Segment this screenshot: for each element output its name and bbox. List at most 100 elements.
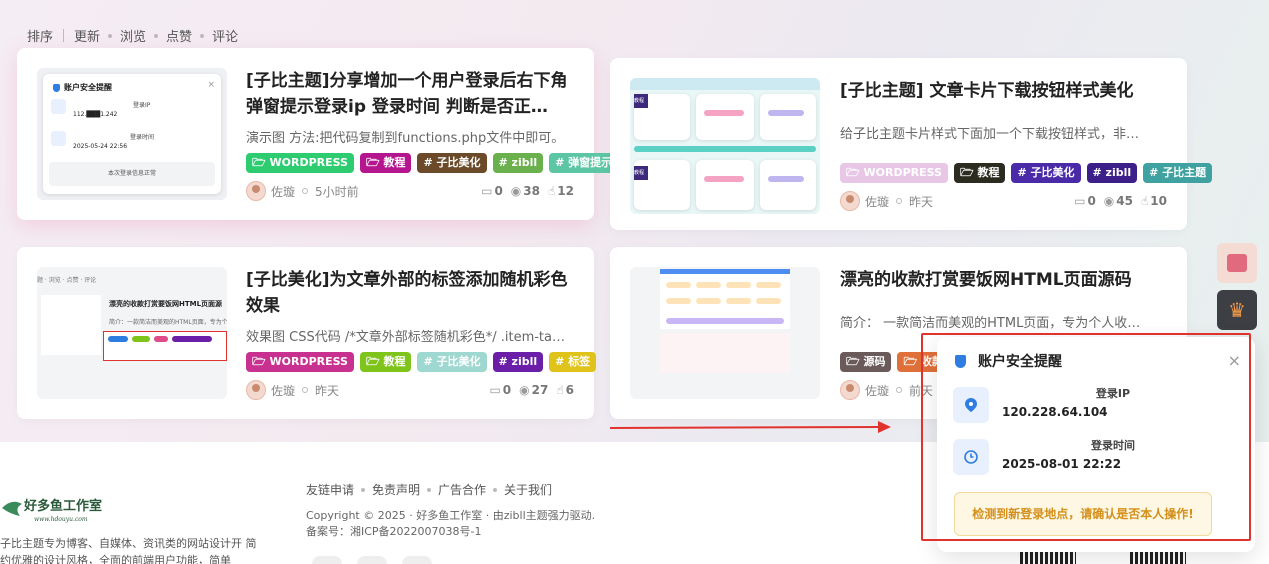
- comment-count: 0: [502, 383, 512, 397]
- post-thumbnail[interactable]: 教程 教程: [630, 78, 820, 214]
- view-count: 38: [523, 184, 540, 198]
- thumbs-up-icon: ☝: [547, 184, 556, 198]
- tag[interactable]: 🗁 WORDPRESS: [840, 163, 948, 183]
- tag[interactable]: # zibll: [492, 352, 544, 372]
- gift-button[interactable]: [1217, 243, 1257, 283]
- close-icon[interactable]: ×: [1228, 351, 1241, 370]
- avatar[interactable]: [840, 191, 860, 211]
- gift-icon: [1227, 254, 1247, 272]
- thumb-notice: 本次登录信息正常: [49, 162, 215, 186]
- security-alert-popup: 账户安全提醒 × 登录IP 120.228.64.104 登录时间 2025-0…: [937, 337, 1255, 552]
- footer-link[interactable]: 友链申请: [306, 481, 354, 498]
- sort-label: 排序: [27, 30, 54, 45]
- footer-link[interactable]: 广告合作: [438, 481, 486, 498]
- post-meta: 佐璇 前天: [840, 380, 933, 400]
- tag[interactable]: # zibll: [1086, 163, 1138, 183]
- author-name[interactable]: 佐璇: [271, 183, 295, 200]
- tag[interactable]: 🗁 WORDPRESS: [246, 153, 354, 173]
- thumb-crumbs: 题 · 浏览 · 点赞 · 评论: [37, 277, 97, 284]
- post-thumbnail[interactable]: 题 · 浏览 · 点赞 · 评论 漂亮的收款打赏要饭网HTML页面源 简介：一款…: [37, 267, 227, 399]
- eye-icon: ◉: [519, 383, 530, 397]
- sort-comments[interactable]: 评论: [212, 26, 238, 45]
- post-excerpt: 效果图 CSS代码 /*文章外部标签随机彩色*/ .item-ta…: [246, 330, 565, 345]
- tag[interactable]: # 子比主题: [1143, 163, 1213, 183]
- crown-icon: ♛: [1228, 298, 1246, 322]
- icp-text[interactable]: 备案号：湘ICP备2022007038号-1: [306, 524, 595, 540]
- ip-label: 登录IP: [1095, 387, 1131, 400]
- tag-list: 🗁 WORDPRESS 🗁 教程 # 子比美化 # zibll # 弹窗提示: [246, 153, 619, 173]
- thumb-title: 账户安全提醒: [64, 83, 112, 92]
- site-logo[interactable]: 好多鱼工作室 www.hdouyu.com: [0, 494, 110, 524]
- ip-value: 120.228.64.104: [1002, 405, 1108, 419]
- post-thumbnail[interactable]: 账户安全提醒 × 登录IP 112.███1.242 登录时间 2025-05-…: [37, 68, 227, 200]
- post-thumbnail[interactable]: [630, 267, 820, 399]
- tag[interactable]: 🗁 源码: [840, 352, 892, 372]
- vip-button[interactable]: ♛: [1217, 290, 1257, 330]
- copyright-text: Copyright © 2025 · 好多鱼工作室 · 由zibll主题强力驱动…: [306, 509, 596, 522]
- post-title[interactable]: [子比主题] 文章卡片下载按钮样式美化: [840, 78, 1170, 104]
- divider: [63, 29, 65, 42]
- tag[interactable]: # 弹窗提示: [549, 153, 619, 173]
- post-title[interactable]: [子比美化]为文章外部的标签添加随机彩色效果: [246, 267, 576, 319]
- like-count: 6: [565, 383, 574, 397]
- time-value: 2025-08-01 22:22: [1002, 457, 1122, 471]
- thumb-time-label: 登录时间: [130, 134, 155, 141]
- comment-icon: ▭: [489, 383, 501, 397]
- tag[interactable]: # 子比美化: [417, 153, 487, 173]
- post-title[interactable]: 漂亮的收款打赏要饭网HTML页面源码: [840, 267, 1170, 293]
- post-excerpt: 给子比主题卡片样式下面加一个下载按钮样式，非…: [840, 127, 1140, 142]
- tag[interactable]: # 子比美化: [1011, 163, 1081, 183]
- thumb-ip-label: 登录IP: [133, 102, 151, 109]
- tag[interactable]: # 标签: [549, 352, 597, 372]
- tag[interactable]: # 子比美化: [417, 352, 487, 372]
- post-time: 前天: [909, 383, 934, 398]
- post-card[interactable]: 账户安全提醒 × 登录IP 112.███1.242 登录时间 2025-05-…: [17, 48, 619, 220]
- footer-link[interactable]: 关于我们: [504, 481, 552, 498]
- author-name[interactable]: 佐璇: [865, 193, 889, 210]
- post-card[interactable]: 题 · 浏览 · 点赞 · 评论 漂亮的收款打赏要饭网HTML页面源 简介：一款…: [17, 247, 597, 419]
- avatar[interactable]: [246, 181, 266, 201]
- eye-icon: ◉: [510, 184, 522, 198]
- qr-code: [1020, 550, 1076, 564]
- tag[interactable]: 🗁 教程: [953, 163, 1006, 183]
- tag[interactable]: 🗁 教程: [359, 153, 412, 173]
- sort-views[interactable]: 浏览: [120, 26, 146, 45]
- thumbs-up-icon: ☝: [1140, 194, 1149, 208]
- footer-links: 友链申请 免责声明 广告合作 关于我们: [306, 481, 552, 498]
- post-title[interactable]: [子比主题]分享增加一个用户登录后右下角弹窗提示登录ip 登录时间 判断是否正…: [246, 68, 576, 120]
- close-icon: ×: [207, 80, 215, 90]
- location-icon: [953, 387, 989, 423]
- post-time: 昨天: [315, 383, 340, 398]
- thumb-label: 教程: [634, 166, 648, 180]
- warning-notice: 检测到新登录地点，请确认是否本人操作!: [954, 492, 1212, 536]
- view-count: 45: [1116, 194, 1133, 208]
- thumb-time-value: 2025-05-24 22:56: [73, 143, 128, 150]
- footer-link[interactable]: 免责声明: [372, 481, 420, 498]
- sort-likes[interactable]: 点赞: [166, 26, 192, 45]
- tag[interactable]: 🗁 WORDPRESS: [246, 352, 354, 372]
- tag-list: 🗁 源码 🗁 收款: [840, 352, 949, 372]
- time-label: 登录时间: [1091, 439, 1135, 452]
- sort-update[interactable]: 更新: [74, 26, 100, 45]
- thumbs-up-icon: ☝: [556, 383, 564, 397]
- post-meta: 佐璇 昨天: [840, 191, 933, 211]
- author-name[interactable]: 佐璇: [271, 382, 295, 399]
- post-card[interactable]: 教程 教程 [子比主题] 文章卡片下载按钮样式美化 给子比主题卡片样式下面加一个…: [610, 58, 1213, 230]
- post-excerpt: 简介： 一款简洁而美观的HTML页面，专为个人收…: [840, 316, 1141, 331]
- tag[interactable]: # zibll: [492, 153, 544, 173]
- post-time: 昨天: [909, 194, 934, 209]
- thumb-intro: 简介：一款简洁而美观的HTML页面，专为个: [109, 319, 227, 326]
- author-name[interactable]: 佐璇: [865, 382, 889, 399]
- post-meta: 佐璇 5小时前: [246, 181, 359, 201]
- post-meta: 佐璇 昨天: [246, 380, 339, 400]
- post-excerpt: 演示图 方法:把代码复制到functions.php文件中即可。: [246, 131, 565, 146]
- view-count: 27: [531, 383, 549, 397]
- avatar[interactable]: [840, 380, 860, 400]
- thumb-label: 教程: [634, 94, 648, 108]
- like-count: 12: [557, 184, 574, 198]
- tag[interactable]: 🗁 教程: [359, 352, 412, 372]
- popup-title: 账户安全提醒: [978, 354, 1062, 370]
- sort-bar: 排序 更新 浏览 点赞 评论: [27, 26, 238, 45]
- avatar[interactable]: [246, 380, 266, 400]
- annotation-arrow: [610, 421, 891, 433]
